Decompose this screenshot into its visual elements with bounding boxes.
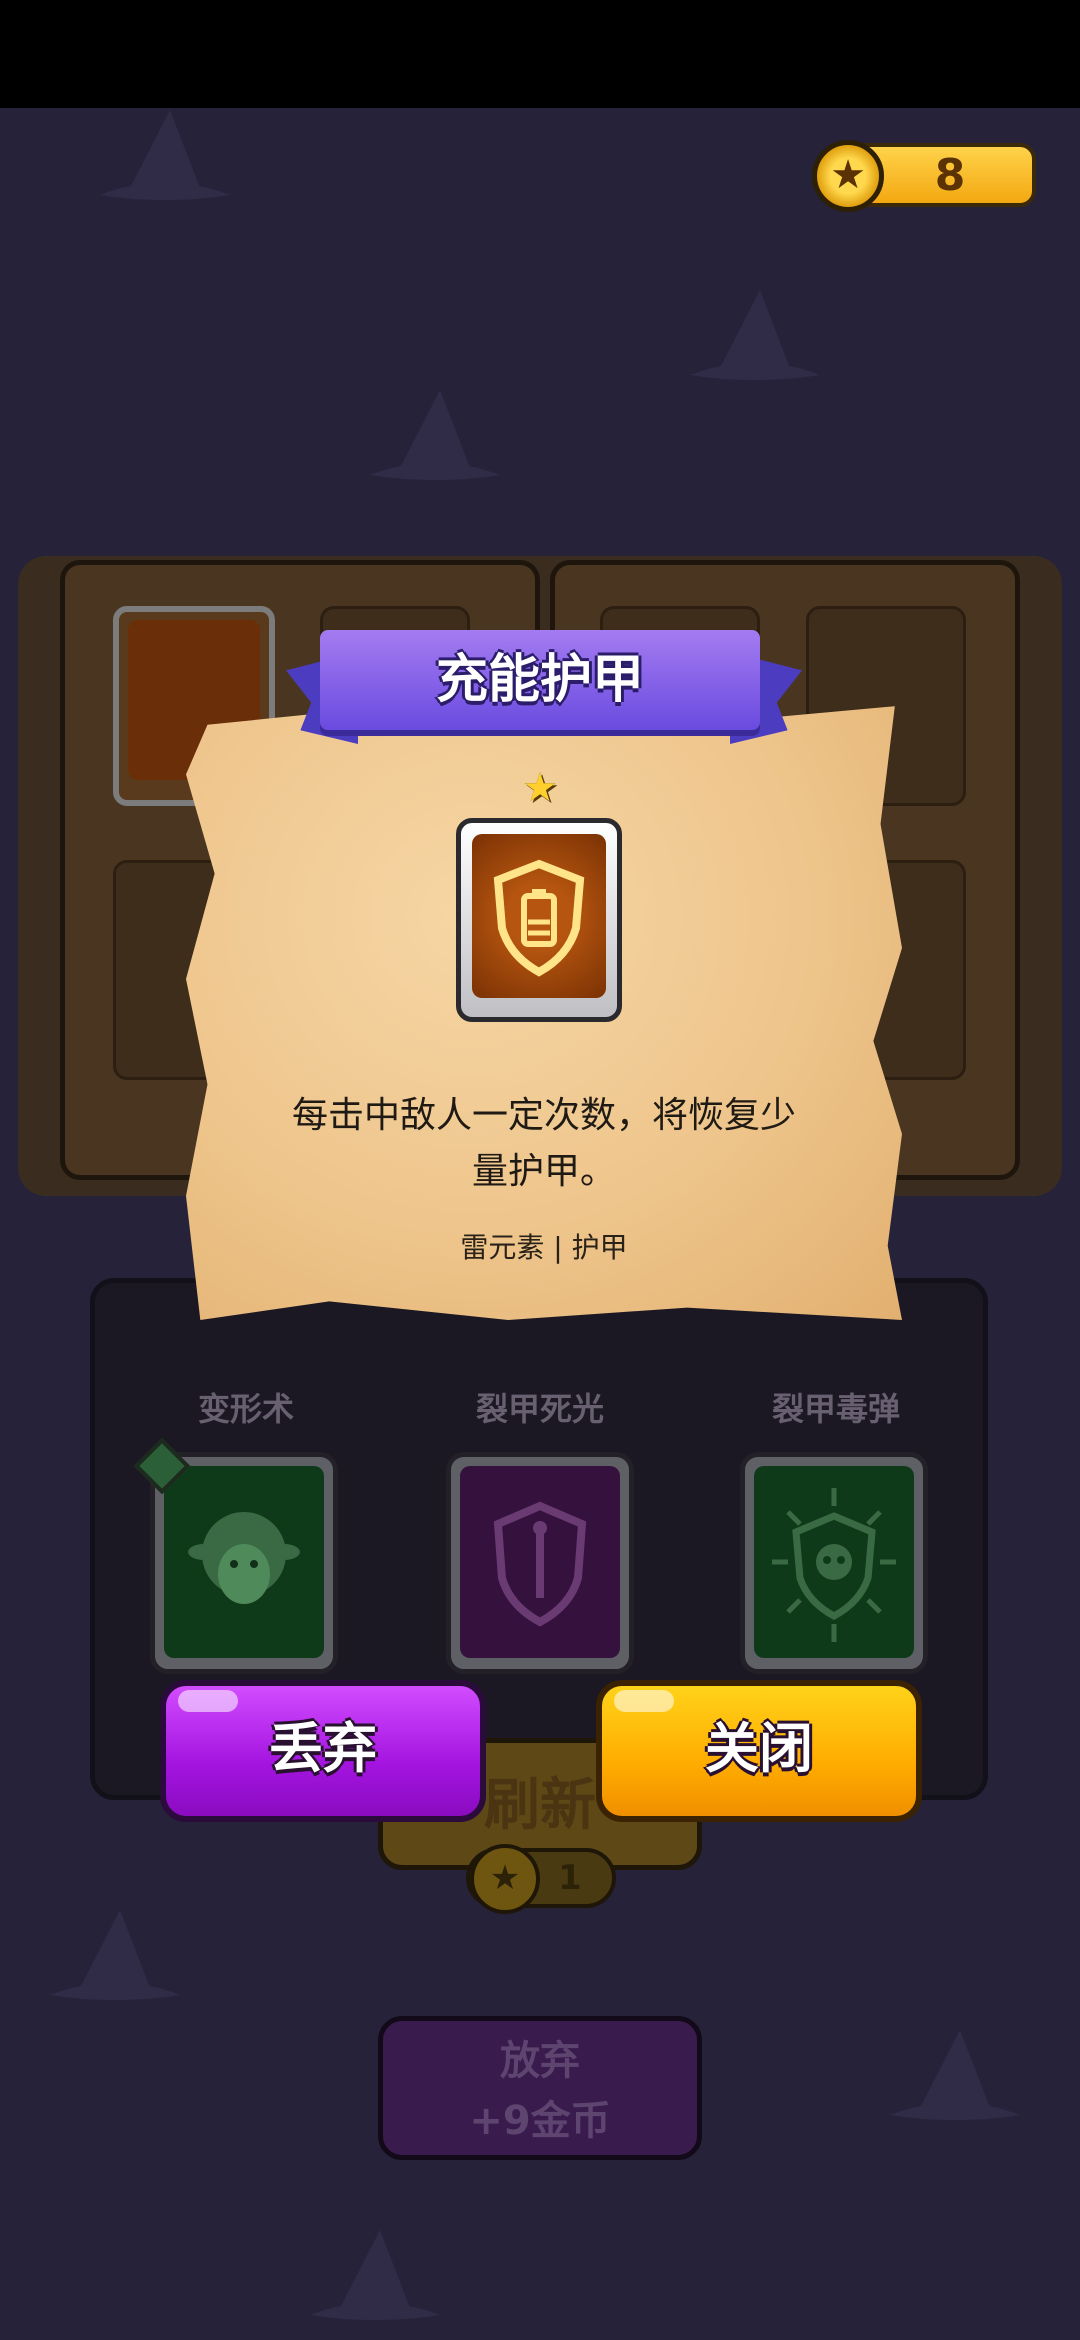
button-gloss bbox=[614, 1690, 674, 1712]
hat-watermark-icon bbox=[370, 390, 500, 480]
popup-title: 充能护甲 bbox=[435, 650, 644, 710]
coin-icon: ★ bbox=[470, 1844, 540, 1914]
charged-armor-shield-icon bbox=[493, 859, 585, 977]
coin-count: 8 bbox=[934, 150, 966, 201]
skull-shield-icon bbox=[772, 1488, 896, 1642]
status-bar bbox=[0, 0, 1080, 108]
hat-watermark-icon bbox=[690, 290, 820, 380]
give-up-reward: +9金币 bbox=[469, 2098, 611, 2144]
shield-ray-icon bbox=[493, 1501, 587, 1627]
choice-label: 变形术 bbox=[197, 1390, 294, 1428]
choice-label: 裂甲毒弹 bbox=[771, 1390, 900, 1428]
hat-watermark-icon bbox=[50, 1910, 180, 2000]
hat-watermark-icon bbox=[310, 2230, 440, 2320]
skill-tags: 雷元素 | 护甲 bbox=[460, 1231, 628, 1264]
give-up-label: 放弃 bbox=[500, 2038, 580, 2084]
sheep-icon bbox=[188, 1512, 300, 1604]
button-gloss bbox=[178, 1690, 238, 1712]
rarity-star-icon: ★ bbox=[522, 765, 558, 811]
coin-icon: ★ bbox=[812, 140, 884, 212]
skill-description: 每击中敌人一定次数，将恢复少 bbox=[291, 1095, 796, 1136]
hat-watermark-icon bbox=[890, 2030, 1020, 2120]
choice-label: 裂甲死光 bbox=[475, 1390, 604, 1428]
hat-watermark-icon bbox=[100, 110, 230, 200]
skill-description: 量护甲。 bbox=[471, 1151, 616, 1192]
refresh-cost: 1 bbox=[558, 1858, 582, 1898]
